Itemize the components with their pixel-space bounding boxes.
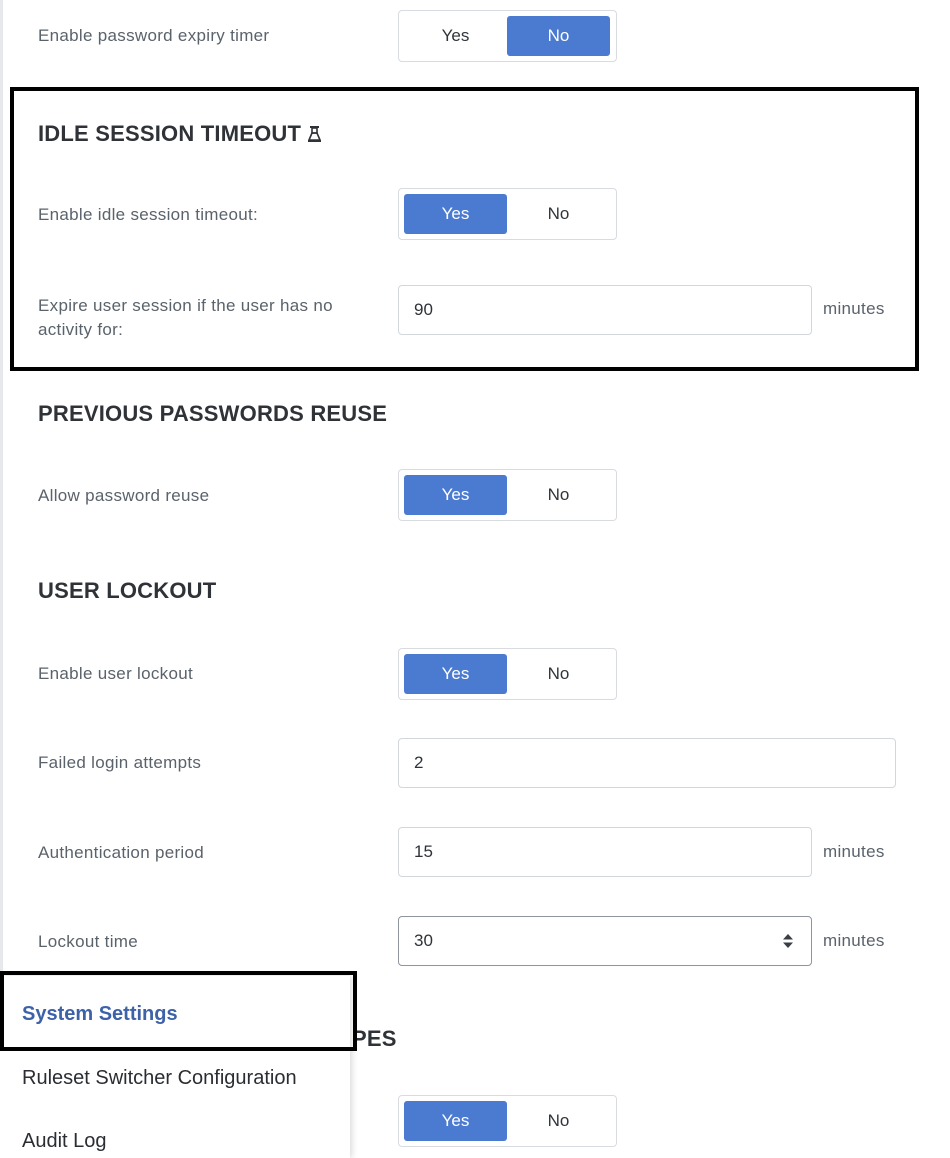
partial-section-title: PES [352, 1026, 397, 1051]
password-expiry-yes-button[interactable]: Yes [404, 16, 507, 56]
idle-session-expire-input[interactable]: 90 [398, 285, 812, 335]
lockout-time-unit: minutes [823, 931, 885, 950]
user-lockout-title: USER LOCKOUT [38, 578, 217, 603]
failed-attempts-label: Failed login attempts [38, 753, 202, 772]
failed-attempts-input[interactable]: 2 [398, 738, 896, 788]
user-lockout-yes-button[interactable]: Yes [404, 654, 507, 694]
idle-session-title: IDLE SESSION TIMEOUT [38, 121, 322, 147]
system-settings-highlight-box [0, 971, 357, 1051]
menu-item-ruleset-switcher[interactable]: Ruleset Switcher Configuration [22, 1067, 297, 1090]
password-expiry-toggle[interactable]: Yes No [398, 10, 617, 62]
partial-section-yes-button[interactable]: Yes [404, 1101, 507, 1141]
user-lockout-toggle[interactable]: Yes No [398, 648, 617, 700]
partial-section-toggle[interactable]: Yes No [398, 1095, 617, 1147]
lockout-time-value: 30 [414, 931, 433, 950]
number-spinner-icon[interactable] [781, 931, 795, 951]
password-reuse-toggle[interactable]: Yes No [398, 469, 617, 521]
idle-session-no-button[interactable]: No [507, 194, 610, 234]
idle-session-expire-label-line1: Expire user session if the user has no [38, 296, 333, 315]
page-left-edge [0, 0, 3, 976]
partial-section-no-button[interactable]: No [507, 1101, 610, 1141]
menu-item-audit-log[interactable]: Audit Log [22, 1130, 107, 1153]
user-lockout-no-button[interactable]: No [507, 654, 610, 694]
auth-period-label: Authentication period [38, 843, 205, 862]
password-reuse-no-button[interactable]: No [507, 475, 610, 515]
flask-icon [308, 126, 322, 142]
idle-session-expire-unit: minutes [823, 299, 885, 318]
idle-session-title-text: IDLE SESSION TIMEOUT [38, 121, 302, 146]
password-expiry-label: Enable password expiry timer [38, 26, 270, 45]
auth-period-unit: minutes [823, 842, 885, 861]
idle-session-yes-button[interactable]: Yes [404, 194, 507, 234]
auth-period-input[interactable]: 15 [398, 827, 812, 877]
password-reuse-title: PREVIOUS PASSWORDS REUSE [38, 401, 388, 426]
idle-session-toggle[interactable]: Yes No [398, 188, 617, 240]
password-expiry-no-button[interactable]: No [507, 16, 610, 56]
lockout-time-input[interactable]: 30 [398, 916, 812, 966]
password-reuse-yes-button[interactable]: Yes [404, 475, 507, 515]
user-lockout-enable-label: Enable user lockout [38, 664, 194, 683]
idle-session-expire-label: Expire user session if the user has no a… [38, 294, 333, 342]
lockout-time-label: Lockout time [38, 932, 138, 951]
idle-session-expire-label-line2: activity for: [38, 320, 124, 339]
idle-session-enable-label: Enable idle session timeout: [38, 205, 259, 224]
password-reuse-label: Allow password reuse [38, 486, 210, 505]
